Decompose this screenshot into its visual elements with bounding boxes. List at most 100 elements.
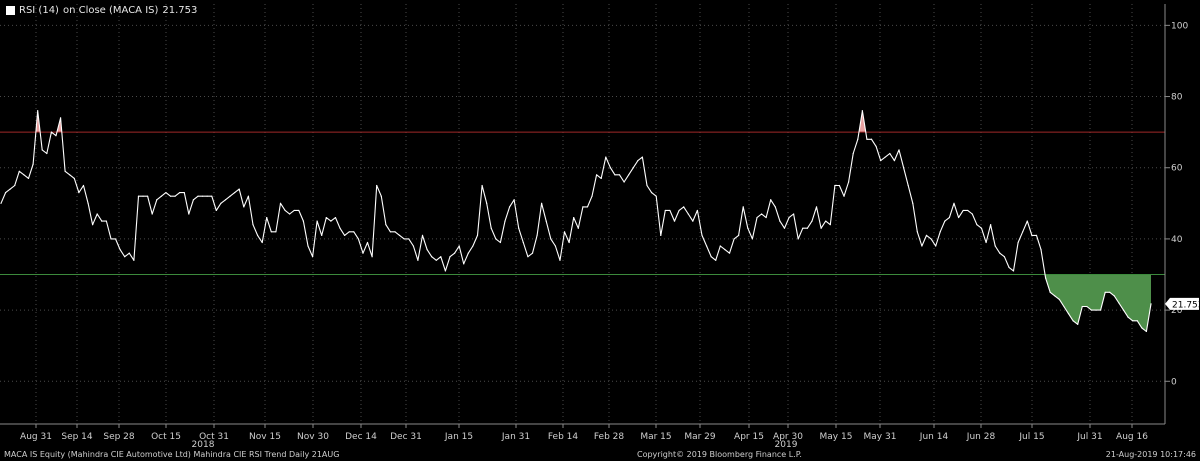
x-tick-label: Jan 31 [501,432,530,442]
rsi-data-point [495,238,497,240]
legend-last-value: 21.753 [162,5,198,16]
rsi-data-point [760,213,763,215]
rsi-data-point [541,202,543,204]
rsi-data-point [458,245,460,247]
rsi-data-point [527,256,529,258]
rsi-data-point [169,195,172,197]
rsi-data-point [614,174,616,176]
rsi-data-point [696,209,699,212]
rsi-data-point [957,216,960,219]
rsi-data-point [921,245,923,247]
footer-copyright: Copyright© 2019 Bloomberg Finance L.P. [637,450,802,459]
rsi-data-point [1026,220,1028,222]
rsi-data-point [916,231,918,233]
rsi-data-point [765,216,767,219]
rsi-data-point [270,231,272,233]
rsi-data-point [50,131,52,133]
rsi-data-point [898,149,900,151]
x-tick-label: Sep 28 [103,432,135,442]
rsi-data-point [1109,291,1111,293]
rsi-data-point [188,213,190,215]
rsi-data-point [499,241,502,244]
rsi-data-point [243,206,245,208]
rsi-data-point [73,177,75,180]
rsi-data-point [334,216,337,219]
rsi-data-point [101,220,103,222]
rsi-data-point [27,177,30,180]
x-tick-label: Jul 31 [1076,432,1102,442]
rsi-data-point [971,213,973,215]
rsi-data-point [105,220,107,222]
rsi-data-point [751,238,753,240]
rsi-data-point [715,259,717,261]
last-value-tag: 21.753 [1165,297,1200,310]
rsi-data-point [591,195,593,197]
x-tick-label: Nov 15 [249,432,281,442]
rsi-data-point [192,199,195,201]
rsi-data-point [1022,231,1024,233]
rsi-data-point [793,213,795,215]
rsi-data-point [298,209,300,212]
rsi-data-point [463,263,465,265]
rsi-data-point [925,234,928,236]
rsi-data-point [371,256,373,258]
rsi-data-point [431,256,433,258]
rsi-data-point [738,234,740,236]
rsi-data-point [32,163,34,165]
rsi-data-point [408,238,410,240]
rsi-data-point [380,195,382,197]
rsi-data-point [92,224,94,226]
rsi-data-point [999,252,1001,254]
rsi-data-point [96,213,98,215]
rsi-data-point [857,138,859,140]
rsi-data-point [1150,303,1152,305]
rsi-data-point [880,160,882,162]
rsi-data-point [394,231,396,233]
rsi-data-point [582,206,584,208]
rsi-data-point [683,206,685,208]
rsi-data-point [632,167,634,169]
rsi-data-point [444,270,447,272]
rsi-data-point [1035,234,1038,236]
rsi-data-point [234,192,236,194]
rsi-data-point [774,206,776,208]
rsi-data-point [618,174,621,176]
rsi-data-point [321,234,323,236]
rsi-data-point [55,135,57,137]
rsi-data-point [866,138,868,140]
rsi-data-point [124,256,126,258]
rsi-data-point [650,192,653,194]
rsi-data-point [64,170,66,172]
rsi-data-point [605,156,607,158]
rsi-data-point [902,167,905,169]
rsi-data-point [724,248,726,251]
rsi-data-point [23,174,25,176]
x-tick-label: May 15 [820,432,853,442]
rsi-data-point [935,245,937,247]
rsi-data-point [453,252,456,254]
rsi-data-point [545,220,547,222]
rsi-data-point [366,241,369,244]
y-tick-label: 100 [1171,21,1188,31]
rsi-data-point [1081,305,1083,308]
rsi-data-point [1095,309,1097,311]
rsi-data-point [87,202,89,204]
rsi-data-point [944,220,946,222]
rsi-data-point [1008,266,1010,268]
rsi-data-point [513,199,515,201]
rsi-data-point [623,181,625,183]
x-tick-label: Jan 15 [444,432,473,442]
rsi-data-point [889,152,891,155]
rsi-data-point [344,234,346,236]
rsi-data-point [779,220,781,222]
rsi-data-point [705,245,708,247]
rsi-data-point [266,216,268,219]
rsi-data-point [110,238,112,240]
x-tick-label: Feb 14 [548,432,579,442]
rsi-data-point [1017,241,1019,244]
rsi-data-point [962,209,964,212]
rsi-data-point [628,174,630,176]
rsi-data-point [46,152,48,155]
rsi-data-point [870,138,873,140]
rsi-data-point [669,209,671,212]
